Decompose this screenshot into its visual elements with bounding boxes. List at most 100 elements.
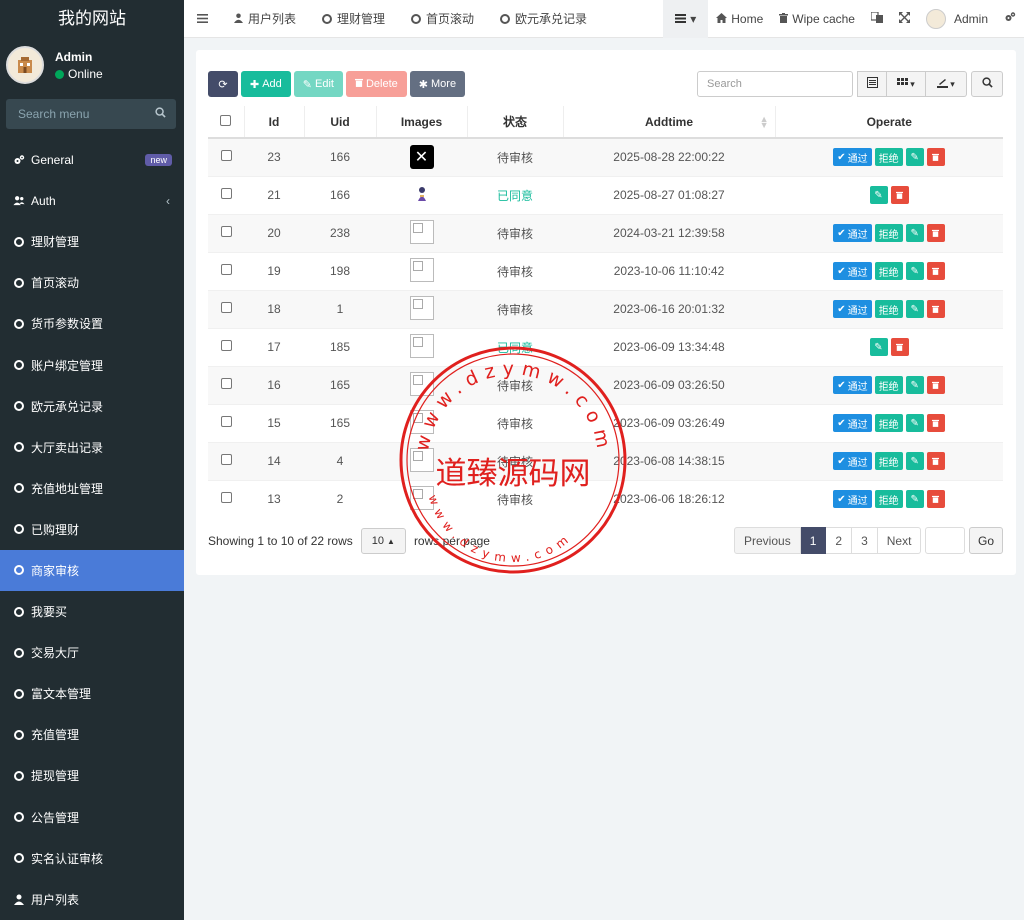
edit-row-button[interactable]: ✎ [905,452,924,470]
reject-button[interactable]: 拒绝 [874,452,903,470]
edit-row-button[interactable]: ✎ [905,148,924,167]
sidebar-item-account-bind[interactable]: 账户绑定管理 [0,344,184,385]
broken-image[interactable] [409,409,434,434]
row-checkbox[interactable] [220,150,232,162]
header-addtime[interactable]: Addtime ▲ ▼ [562,106,775,139]
fullscreen-button[interactable] [891,0,918,38]
delete-row-button[interactable] [926,414,945,432]
table-search-input[interactable] [697,71,853,97]
broken-image[interactable] [409,371,434,396]
table-row[interactable]: 21 166 已同意 2025-08-27 01:08:27 ✎ [208,175,1003,214]
table-row[interactable]: 16 165 待审核 2023-06-09 03:26:50 ✔ 通过 拒绝 ✎ [208,365,1003,404]
delete-row-button[interactable] [926,490,945,509]
edit-row-button[interactable]: ✎ [905,376,924,394]
row-checkbox[interactable] [220,454,232,465]
approve-button[interactable]: ✔ 通过 [833,148,872,167]
export-dropdown[interactable]: ▾ [926,71,967,97]
edit-row-button[interactable]: ✎ [905,224,924,242]
row-checkbox[interactable] [220,340,232,351]
approve-button[interactable]: ✔ 通过 [833,490,872,509]
header-uid[interactable]: Uid [303,106,376,139]
row-checkbox[interactable] [220,302,232,313]
sidebar-item-deposit-address[interactable]: 充值地址管理 [0,468,184,509]
goto-page-input[interactable] [925,527,965,554]
edit-row-button[interactable]: ✎ [905,490,924,509]
more-button[interactable]: ✱ More [409,71,466,97]
reject-button[interactable]: 拒绝 [874,224,903,242]
sidebar-search-input[interactable] [6,99,176,129]
tab-euro-records[interactable]: 欧元承兑记录 [487,0,600,38]
delete-row-button[interactable] [926,224,945,242]
edit-button[interactable]: ✎ Edit [293,71,343,97]
sidebar-item-withdraw[interactable]: 提现管理 [0,755,184,796]
edit-row-button[interactable]: ✎ [905,262,924,280]
row-checkbox[interactable] [220,226,232,237]
previous-page-button[interactable]: Previous [734,527,801,554]
table-search-button[interactable] [971,71,1003,97]
approve-button[interactable]: ✔ 通过 [833,300,872,318]
delete-row-button[interactable] [926,262,945,280]
tab-scroll[interactable]: 首页滚动 [398,0,487,38]
table-row[interactable]: 14 4 待审核 2023-06-08 14:38:15 ✔ 通过 拒绝 ✎ [208,441,1003,480]
app-title[interactable]: 我的网站 [0,0,184,38]
reject-button[interactable]: 拒绝 [874,490,903,509]
edit-row-button[interactable]: ✎ [905,300,924,318]
page-2-button[interactable]: 2 [826,527,853,554]
page-size-dropdown[interactable]: 10 ▲ [360,528,406,554]
delete-row-button[interactable] [926,300,945,318]
sidebar-item-notice[interactable]: 公告管理 [0,797,184,838]
approve-button[interactable]: ✔ 通过 [833,376,872,394]
reject-button[interactable]: 拒绝 [874,262,903,280]
table-row[interactable]: 17 185 已同意 2023-06-09 13:34:48 ✎ [208,327,1003,366]
approve-button[interactable]: ✔ 通过 [833,262,872,280]
table-row[interactable]: 15 165 待审核 2023-06-09 03:26:49 ✔ 通过 拒绝 ✎ [208,403,1003,442]
refresh-button[interactable]: ⟳ [208,71,238,97]
header-id[interactable]: Id [243,106,304,139]
header-status[interactable]: 状态 [466,106,563,139]
home-link[interactable]: Home [708,0,771,38]
tab-user-list[interactable]: 用户列表 [221,0,309,38]
language-toggle[interactable] [863,0,891,38]
search-icon[interactable] [155,107,166,121]
table-row[interactable]: 19 198 待审核 2023-10-06 11:10:42 ✔ 通过 拒绝 ✎ [208,251,1003,290]
add-button[interactable]: ✚ Add [241,71,291,97]
page-3-button[interactable]: 3 [852,527,878,554]
delete-row-button[interactable] [926,148,945,167]
sidebar-item-richtext[interactable]: 富文本管理 [0,673,184,714]
table-row[interactable]: 23 166 ✕ 待审核 2025-08-28 22:00:22 ✔ 通过 拒绝 ✎ [208,137,1003,176]
reject-button[interactable]: 拒绝 [874,300,903,318]
sidebar-item-user-list[interactable]: 用户列表 [0,879,184,920]
sidebar-item-kyc[interactable]: 实名认证审核 [0,838,184,879]
sidebar-item-licai[interactable]: 理财管理 [0,221,184,262]
admin-menu[interactable]: Admin [918,0,996,38]
sidebar-item-scroll[interactable]: 首页滚动 [0,262,184,303]
tab-licai[interactable]: 理财管理 [309,0,398,38]
reject-button[interactable]: 拒绝 [874,148,903,167]
row-checkbox[interactable] [220,492,232,504]
sidebar-item-auth[interactable]: Auth ‹ [0,180,184,221]
sidebar-item-euro-records[interactable]: 欧元承兑记录 [0,386,184,427]
toggle-view-button[interactable] [857,71,887,97]
delete-row-button[interactable] [926,376,945,394]
tabs-dropdown[interactable]: ▾ [663,0,709,38]
broken-image[interactable] [409,333,434,358]
sidebar-item-hall-sell[interactable]: 大厅卖出记录 [0,427,184,468]
row-checkbox[interactable] [220,378,232,389]
select-all-checkbox[interactable] [220,114,232,126]
next-page-button[interactable]: Next [877,527,922,554]
sidebar-item-currency[interactable]: 货币参数设置 [0,303,184,344]
sidebar-item-purchased[interactable]: 已购理财 [0,509,184,550]
delete-row-button[interactable] [890,186,909,204]
broken-image[interactable] [409,219,434,244]
avatar-image[interactable] [416,186,428,202]
delete-row-button[interactable] [926,452,945,470]
reject-button[interactable]: 拒绝 [874,376,903,394]
edit-row-button[interactable]: ✎ [869,186,888,204]
broken-image[interactable] [409,485,434,510]
broken-image[interactable] [409,257,434,282]
table-row[interactable]: 13 2 待审核 2023-06-06 18:26:12 ✔ 通过 拒绝 ✎ [208,479,1003,518]
xing-logo-image[interactable]: ✕ [409,145,434,170]
delete-button[interactable]: Delete [345,71,407,97]
reject-button[interactable]: 拒绝 [874,414,903,432]
page-1-button[interactable]: 1 [800,527,827,554]
